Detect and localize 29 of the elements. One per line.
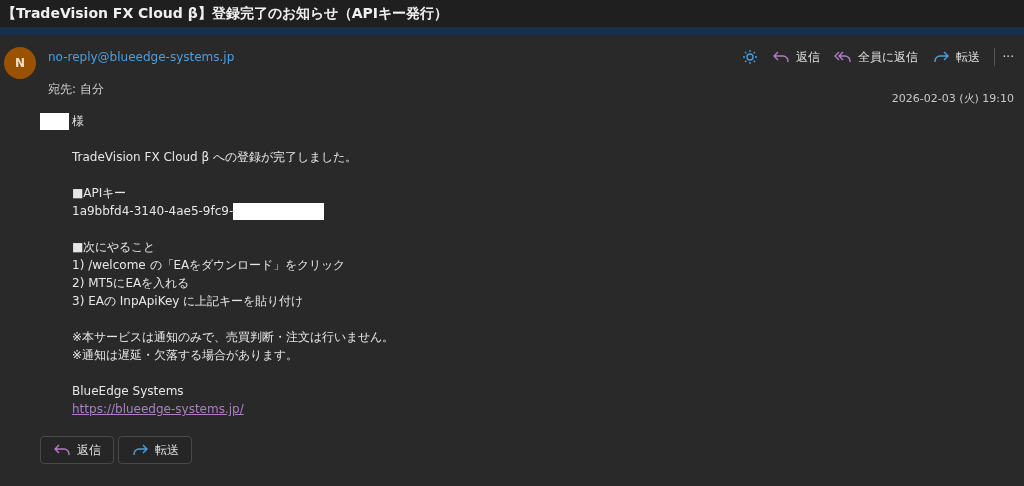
body-text: BlueEdge Systems — [72, 384, 184, 398]
email-subject: 【TradeVision FX Cloud β】登録完了のお知らせ（APIキー発行） — [2, 4, 448, 23]
body-text: ■次にやること — [72, 238, 156, 256]
reply-arrow-icon — [53, 443, 71, 457]
forward-button[interactable]: 転送 — [118, 436, 192, 464]
sender-avatar: N — [4, 47, 36, 79]
body-text: 1a9bbfd4-3140-4ae5-9fc9- — [72, 204, 234, 218]
greeting-text: 様 — [72, 112, 84, 130]
more-button[interactable]: ··· — [1002, 50, 1014, 64]
body-text: 1) /welcome の「EAをダウンロード」をクリック — [72, 256, 346, 274]
reply-button[interactable]: 返信 — [771, 48, 820, 66]
body-text: 2) MT5にEAを入れる — [72, 274, 190, 292]
body-text: ※本サービスは通知のみで、売買判断・注文は行いません。 — [72, 328, 395, 346]
body-text: TradeVision FX Cloud β への登録が完了しました。 — [72, 148, 357, 166]
website-link[interactable]: https://blueedge-systems.jp/ — [72, 402, 244, 416]
sender-address[interactable]: no-reply@blueedge-systems.jp — [48, 50, 235, 64]
recipient-line: 宛先: 自分 — [48, 81, 104, 98]
reply-button[interactable]: 返信 — [40, 436, 114, 464]
body-text: 3) EAの InpApiKey に上記キーを貼り付け — [72, 292, 304, 310]
sun-icon[interactable] — [741, 49, 758, 65]
body-text: ■APIキー — [72, 184, 127, 202]
reply-arrow-icon — [771, 50, 790, 64]
double-arrow-icon — [833, 50, 852, 64]
sent-date: 2026-02-03 (火) 19:10 — [891, 91, 1014, 106]
body-text: ※通知は遅延・欠落する場合があります。 — [72, 346, 299, 364]
forward-arrow-icon — [931, 50, 950, 64]
forward-button[interactable]: 転送 — [931, 48, 980, 66]
forward-arrow-icon — [131, 443, 149, 457]
reply-all-button[interactable]: 全員に返信 — [833, 48, 918, 66]
